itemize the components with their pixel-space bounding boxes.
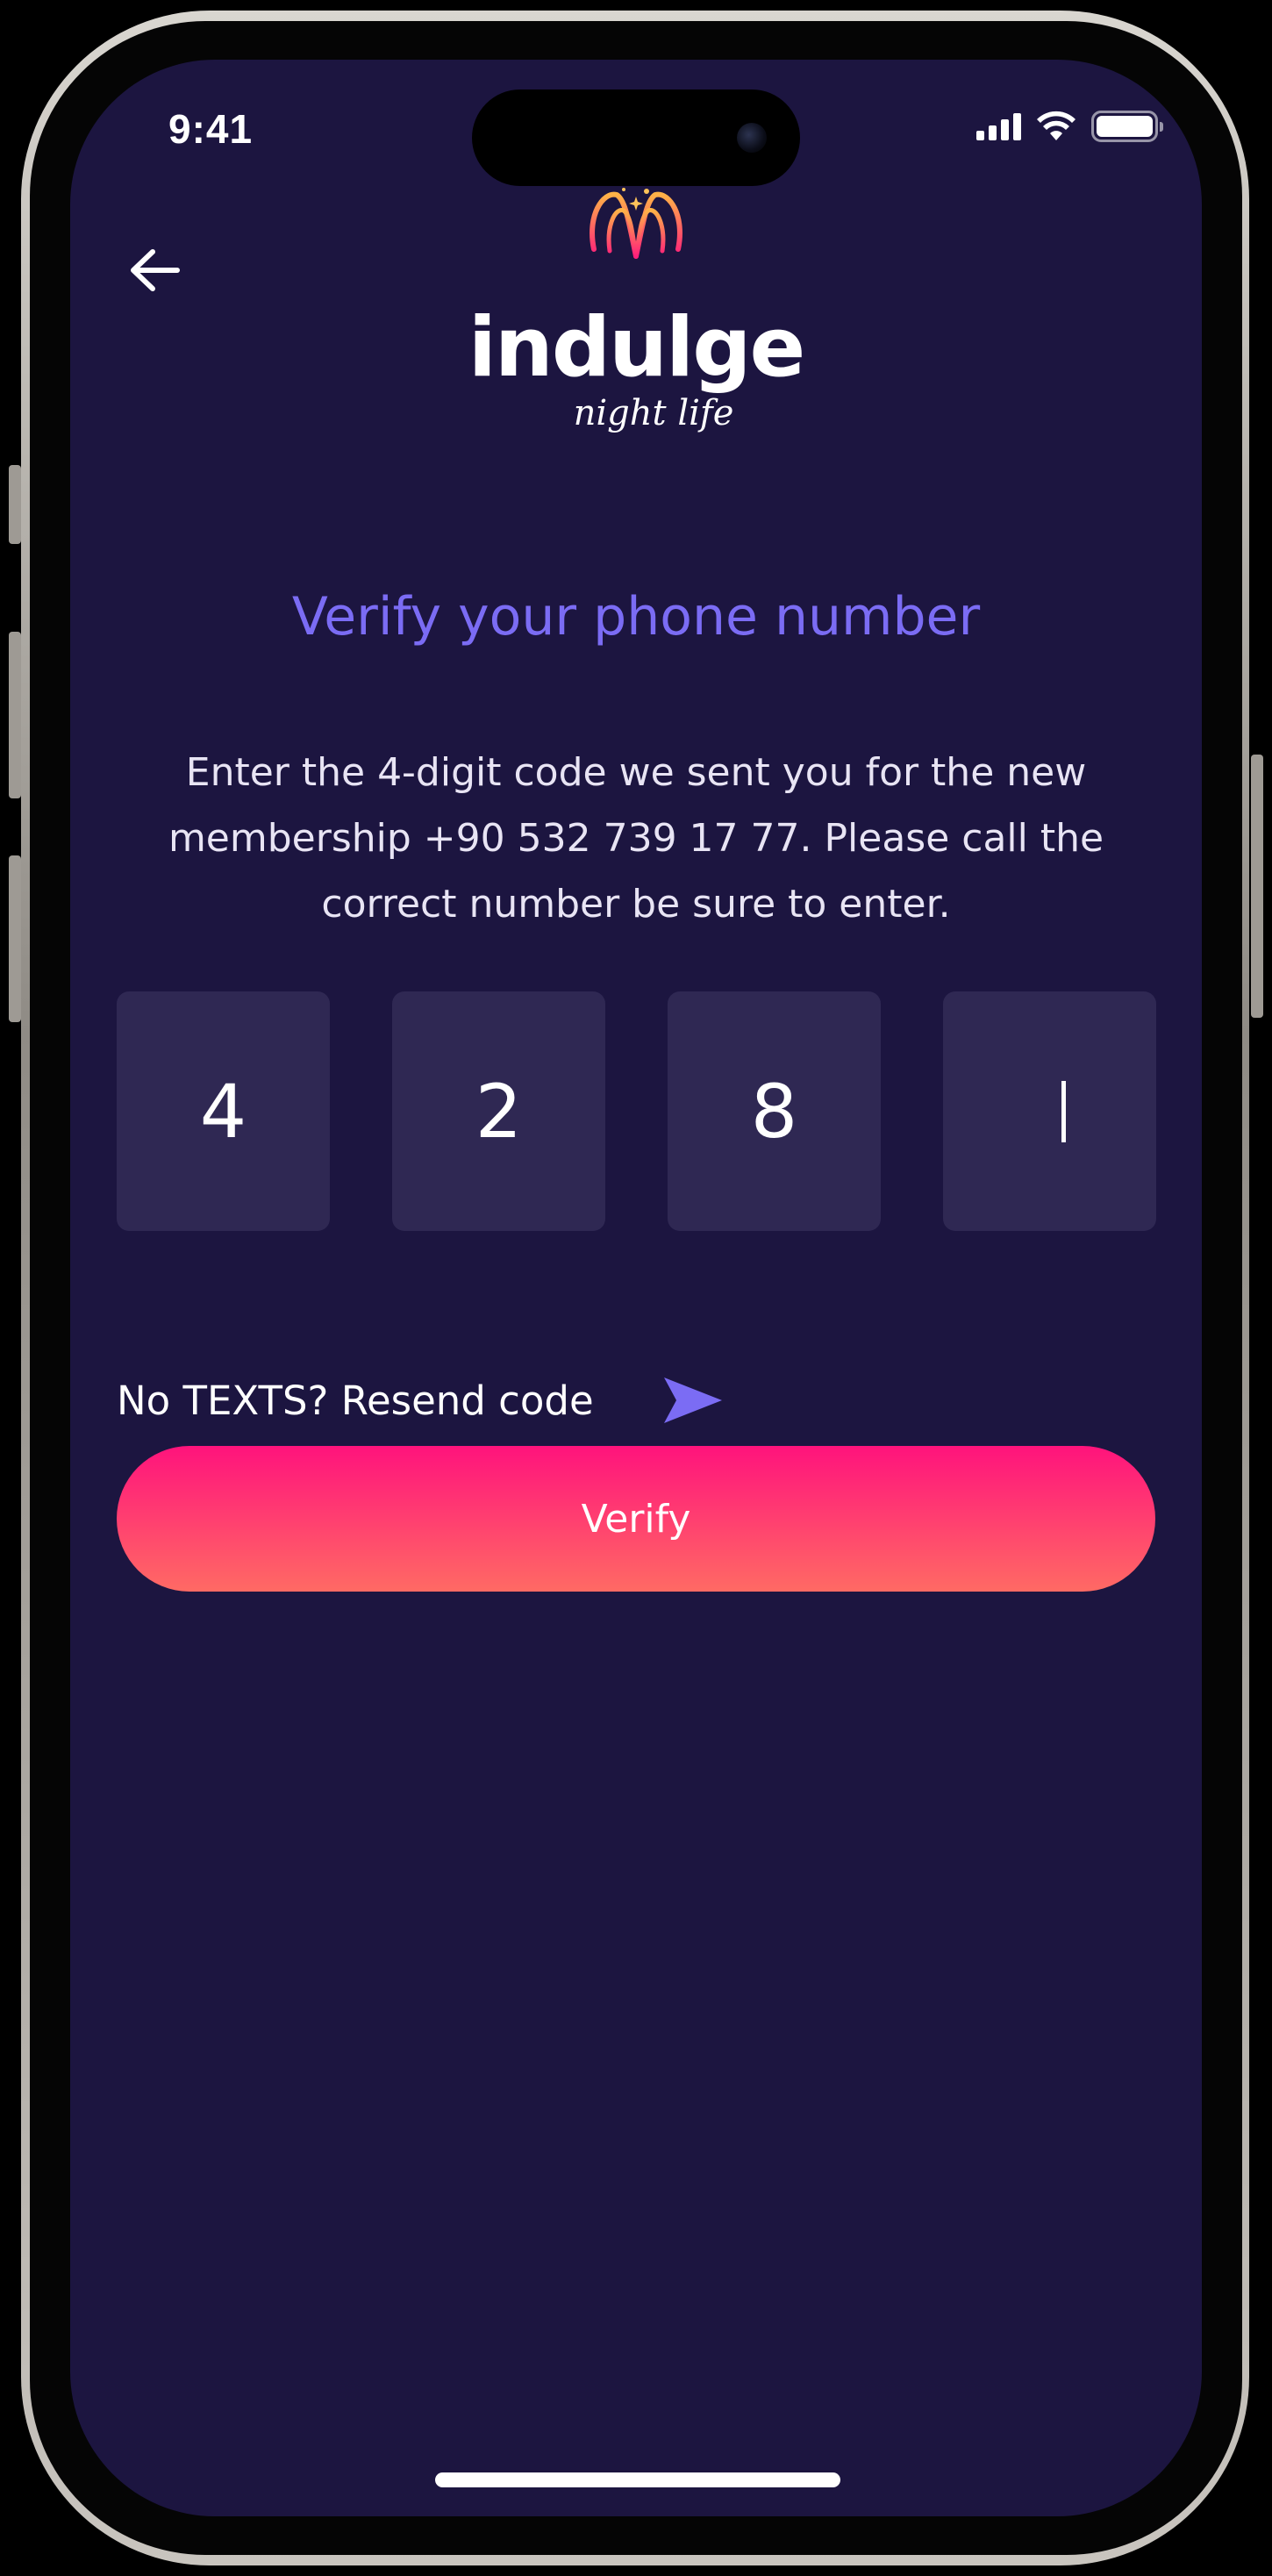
code-digit-box-3[interactable]: 8: [668, 991, 881, 1231]
resend-code-link[interactable]: No TEXTS? Resend code: [117, 1377, 594, 1424]
arrow-left-icon: [131, 249, 180, 291]
code-digit: 2: [475, 1068, 523, 1155]
wifi-icon: [1037, 111, 1075, 140]
front-camera-icon: [737, 123, 767, 153]
volume-up-button: [9, 632, 21, 798]
power-button: [1251, 755, 1263, 1018]
text-cursor: [1061, 1080, 1066, 1142]
verify-button[interactable]: Verify: [117, 1446, 1155, 1592]
logo-wordmark: indulge: [468, 300, 804, 396]
send-icon[interactable]: [661, 1374, 724, 1427]
code-digit-box-4[interactable]: [943, 991, 1156, 1231]
home-indicator[interactable]: [435, 2472, 840, 2487]
action-button: [9, 465, 21, 544]
volume-down-button: [9, 855, 21, 1022]
dynamic-island: [472, 89, 800, 186]
battery-icon: [1091, 111, 1163, 142]
back-button[interactable]: [119, 235, 189, 305]
code-digit: 8: [750, 1068, 798, 1155]
page-title: Verify your phone number: [291, 586, 981, 648]
logo-tagline: night life: [574, 393, 734, 433]
resend-row: No TEXTS? Resend code: [117, 1374, 724, 1427]
cellular-signal-icon: [976, 112, 1021, 140]
screen: 9:41 indulge night life Verify your phon…: [70, 60, 1202, 2516]
code-digit-box-1[interactable]: 4: [117, 991, 330, 1231]
status-icons: [976, 111, 1163, 142]
verification-description: Enter the 4-digit code we sent you for t…: [168, 750, 1104, 927]
status-time: 9:41: [168, 106, 254, 152]
code-digit-box-2[interactable]: 2: [392, 991, 605, 1231]
indulge-logo: indulge night life: [461, 182, 811, 446]
code-digit: 4: [199, 1068, 247, 1155]
logo-graphic: indulge night life: [468, 188, 805, 433]
